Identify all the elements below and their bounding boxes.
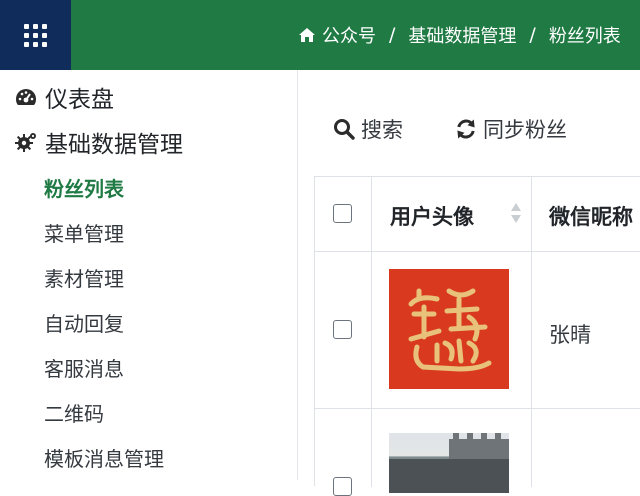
sidebar-label-base-data: 基础数据管理 — [45, 132, 183, 158]
column-header-avatar[interactable]: 用户头像 — [390, 201, 474, 231]
breadcrumb: 公众号 / 基础数据管理 / 粉丝列表 — [298, 0, 621, 70]
row-select-checkbox[interactable] — [333, 320, 352, 339]
city-gate-photo-icon — [389, 433, 509, 493]
sort-icon[interactable] — [510, 202, 522, 224]
table-row-divider — [315, 408, 640, 409]
avatar-image — [389, 269, 509, 389]
table-row-divider — [315, 251, 640, 252]
search-button[interactable]: 搜索 — [333, 114, 403, 144]
sidebar-item-auto-reply[interactable]: 自动回复 — [44, 308, 124, 337]
search-icon — [334, 119, 355, 140]
fans-table: 用户头像 微信昵称 张晴 — [314, 176, 640, 496]
sidebar-item-qrcode[interactable]: 二维码 — [44, 398, 104, 427]
breadcrumb-separator: / — [529, 24, 536, 46]
column-header-nickname[interactable]: 微信昵称 — [549, 201, 633, 231]
sidebar: 仪表盘 基础数据管理 粉丝列表 菜单管理 素材管理 自动回复 客服消息 二维码 … — [0, 70, 298, 480]
sync-icon — [457, 119, 475, 139]
table-column-divider — [531, 177, 532, 487]
dashboard-gauge-icon — [16, 89, 36, 105]
breadcrumb-item-base-data[interactable]: 基础数据管理 — [408, 22, 516, 48]
sidebar-label-dashboard: 仪表盘 — [45, 87, 114, 113]
top-navbar: 公众号 / 基础数据管理 / 粉丝列表 — [0, 0, 640, 70]
avatar-image — [389, 433, 509, 493]
cogs-icon — [15, 133, 36, 152]
grid-menu-icon — [24, 23, 47, 47]
sidebar-item-customer-message[interactable]: 客服消息 — [44, 353, 124, 382]
sidebar-item-menu-management[interactable]: 菜单管理 — [44, 218, 124, 247]
sidebar-item-material-management[interactable]: 素材管理 — [44, 263, 124, 292]
sidebar-item-fans-list[interactable]: 粉丝列表 — [44, 173, 124, 202]
calligraphy-seal-icon — [408, 288, 492, 372]
sync-fans-button-label: 同步粉丝 — [483, 118, 567, 142]
sidebar-item-dashboard[interactable]: 仪表盘 — [14, 80, 114, 114]
breadcrumb-item-fans: 粉丝列表 — [548, 26, 621, 47]
select-all-checkbox[interactable] — [333, 204, 352, 223]
home-icon — [299, 28, 315, 42]
sidebar-item-base-data[interactable]: 基础数据管理 — [14, 125, 183, 159]
nickname-cell: 张晴 — [549, 323, 591, 347]
search-button-label: 搜索 — [361, 118, 403, 142]
sync-fans-button[interactable]: 同步粉丝 — [455, 114, 567, 144]
table-column-divider — [371, 177, 372, 487]
sidebar-item-template-message[interactable]: 模板消息管理 — [44, 443, 164, 472]
breadcrumb-separator: / — [389, 24, 396, 46]
breadcrumb-item-wechat[interactable]: 公众号 — [322, 22, 376, 48]
app-menu-button[interactable] — [0, 0, 71, 70]
